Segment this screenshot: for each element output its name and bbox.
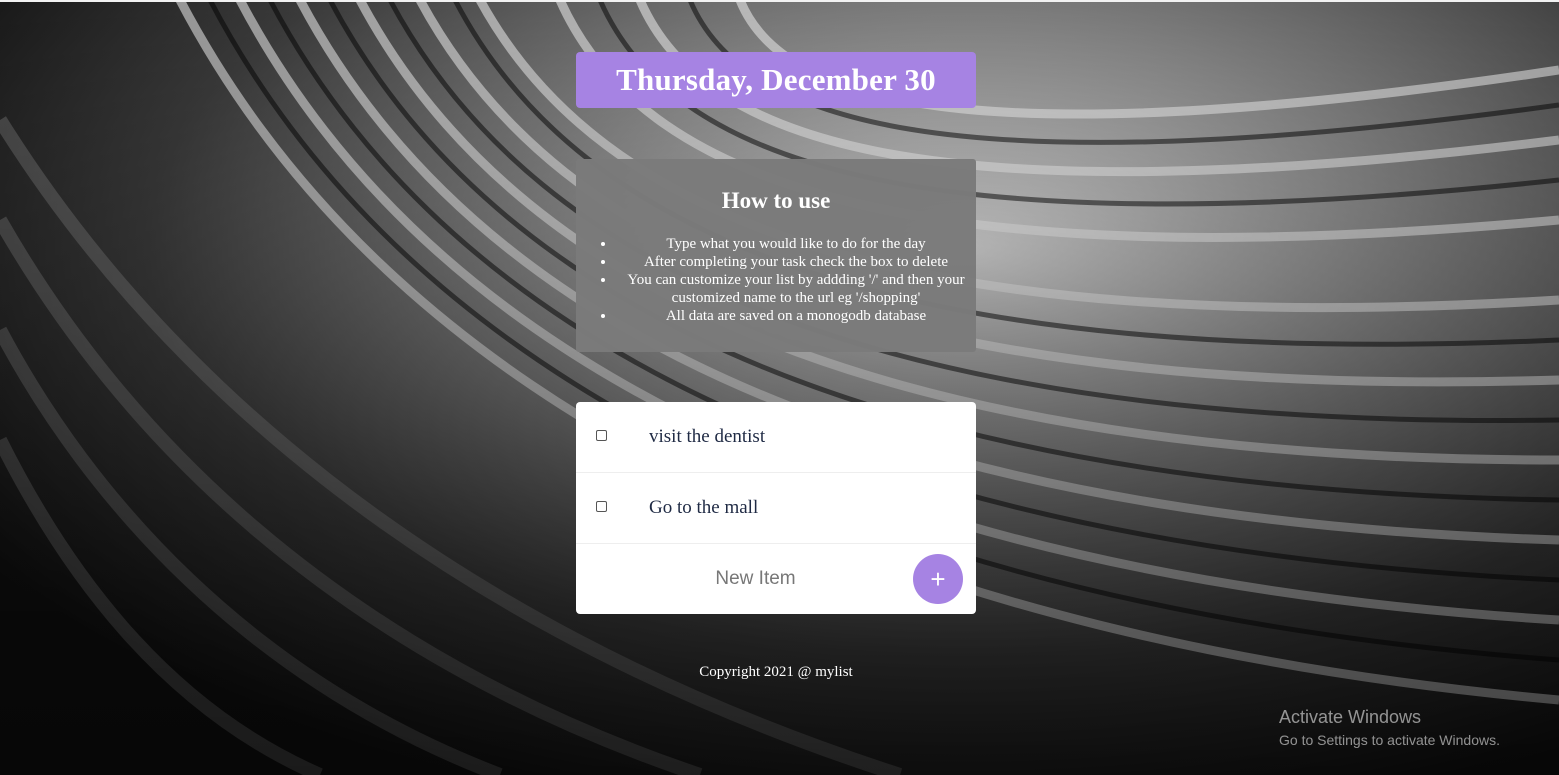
todo-item-label: visit the dentist xyxy=(649,426,766,447)
top-edge-line xyxy=(0,0,1559,2)
background-architecture-image xyxy=(0,0,1559,775)
new-item-input[interactable] xyxy=(616,560,895,598)
instructions-panel: How to use Type what you would like to d… xyxy=(576,159,976,352)
windows-activation-watermark: Activate Windows Go to Settings to activ… xyxy=(1279,707,1500,748)
add-item-button[interactable]: + xyxy=(913,554,963,604)
activate-subtitle: Go to Settings to activate Windows. xyxy=(1279,732,1500,748)
footer-copyright: Copyright 2021 @ mylist xyxy=(699,664,853,680)
todo-list-card: visit the dentist Go to the mall + xyxy=(576,402,976,614)
todo-item: visit the dentist xyxy=(576,402,976,473)
todo-checkbox[interactable] xyxy=(596,430,607,441)
instructions-heading: How to use xyxy=(721,188,831,213)
instructions-list: Type what you would like to do for the d… xyxy=(576,235,976,325)
todo-item-label: Go to the mall xyxy=(649,497,759,518)
todo-checkbox[interactable] xyxy=(596,501,607,512)
page-title: Thursday, December 30 xyxy=(616,62,936,97)
instruction-item: All data are saved on a monogodb databas… xyxy=(616,307,976,325)
instruction-item: After completing your task check the box… xyxy=(616,253,976,271)
activate-title: Activate Windows xyxy=(1279,707,1422,727)
instruction-item: You can customize your list by addding '… xyxy=(616,271,976,307)
date-header: Thursday, December 30 xyxy=(576,52,976,108)
instruction-item: Type what you would like to do for the d… xyxy=(616,235,976,253)
new-item-row: + xyxy=(576,544,976,614)
todo-item: Go to the mall xyxy=(576,473,976,544)
